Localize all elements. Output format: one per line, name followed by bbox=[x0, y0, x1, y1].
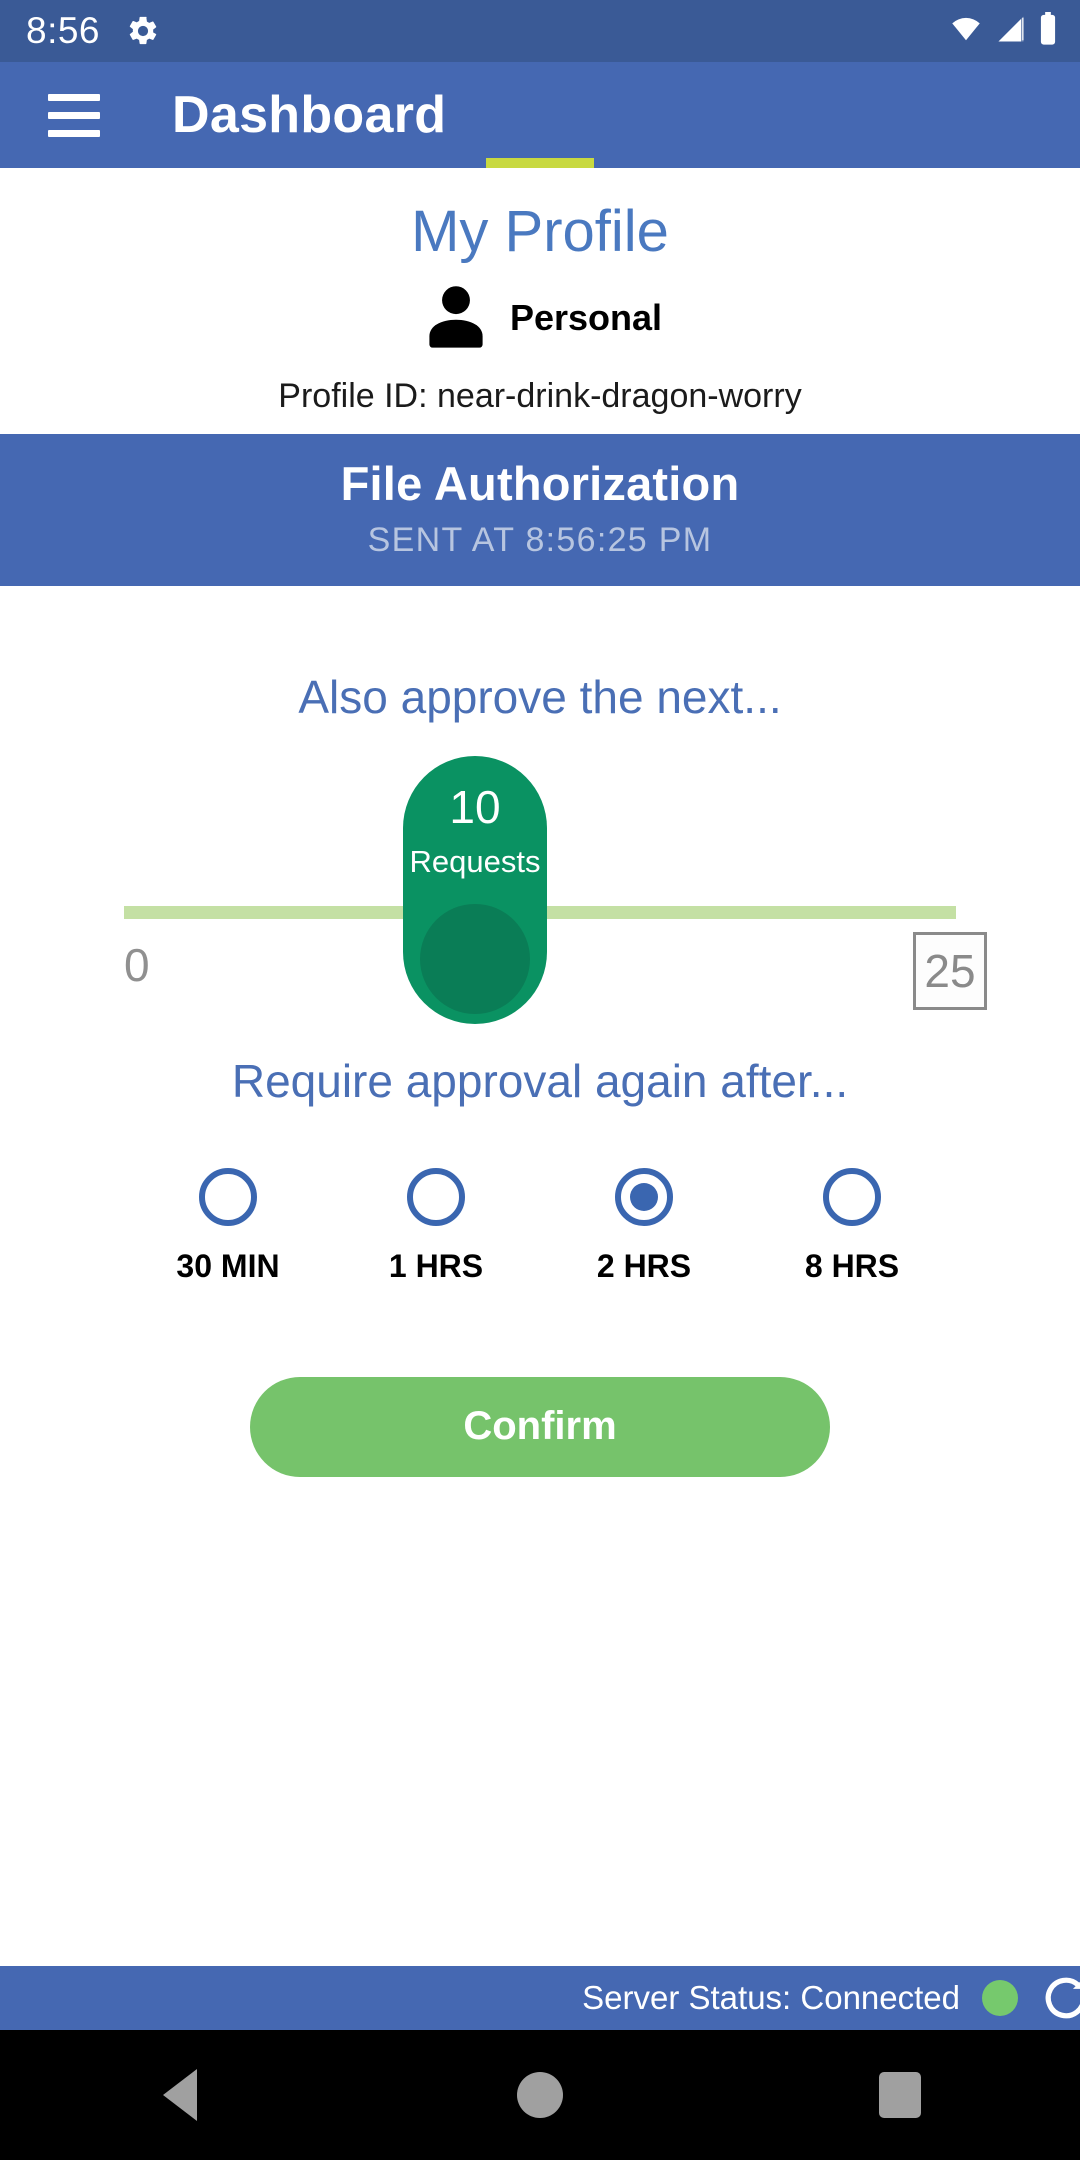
radio-option-8-hrs[interactable]: 8 HRS bbox=[787, 1167, 917, 1285]
radio-label: 8 HRS bbox=[804, 1247, 900, 1284]
android-nav-bar bbox=[0, 2030, 1080, 2160]
main-content: Also approve the next... 10 Requests 0 2… bbox=[0, 585, 1080, 1966]
account-name: Personal bbox=[509, 297, 663, 339]
radio-circle-selected[interactable] bbox=[615, 1167, 673, 1226]
app-bar: Dashboard bbox=[0, 62, 1080, 168]
status-badge bbox=[982, 1980, 1018, 2016]
radio-option-30-min[interactable]: 30 MIN bbox=[163, 1167, 293, 1285]
radio-circle[interactable] bbox=[199, 1167, 257, 1226]
slider-knob[interactable] bbox=[420, 903, 530, 1014]
tab-indicator bbox=[486, 158, 594, 168]
refresh-icon[interactable] bbox=[1040, 1972, 1080, 2024]
server-status-bar: Server Status: Connected bbox=[0, 1966, 1080, 2030]
status-bar-indicators bbox=[948, 11, 1058, 51]
request-type-title: File Authorization bbox=[340, 456, 740, 510]
cellular-signal-icon bbox=[994, 14, 1028, 49]
gear-icon bbox=[126, 14, 160, 48]
profile-id: Profile ID: near-drink-dragon-worry bbox=[278, 376, 802, 415]
battery-icon bbox=[1038, 11, 1058, 51]
requests-slider[interactable]: 10 Requests 0 25 bbox=[0, 742, 1080, 1042]
request-sent-time: SENT AT 8:56:25 PM bbox=[367, 520, 713, 559]
slider-unit: Requests bbox=[409, 843, 541, 879]
hamburger-line bbox=[48, 111, 100, 119]
status-bar: 8:56 bbox=[0, 0, 1080, 62]
radio-label: 1 HRS bbox=[388, 1247, 484, 1284]
slider-max-input[interactable]: 25 bbox=[913, 931, 987, 1010]
radio-option-2-hrs[interactable]: 2 HRS bbox=[579, 1167, 709, 1285]
interval-radio-group: 30 MIN 1 HRS 2 HRS 8 HRS bbox=[163, 1167, 917, 1285]
page-title: Dashboard bbox=[172, 86, 447, 144]
hamburger-line bbox=[48, 93, 100, 101]
requests-section-label: Also approve the next... bbox=[298, 670, 782, 723]
home-circle-icon[interactable] bbox=[460, 2072, 620, 2118]
slider-thumb[interactable]: 10 Requests bbox=[403, 755, 547, 1024]
radio-label: 2 HRS bbox=[596, 1247, 692, 1284]
request-banner: File Authorization SENT AT 8:56:25 PM bbox=[0, 433, 1080, 586]
interval-section-label: Require approval again after... bbox=[231, 1054, 849, 1107]
wifi-icon bbox=[948, 14, 984, 49]
back-triangle-icon[interactable] bbox=[100, 2069, 260, 2121]
server-status-text: Server Status: Connected bbox=[582, 1979, 960, 2016]
slider-min-label: 0 bbox=[124, 938, 150, 991]
hamburger-menu-icon[interactable] bbox=[48, 93, 100, 137]
profile-heading: My Profile bbox=[411, 199, 669, 264]
person-icon bbox=[418, 278, 494, 359]
radio-circle[interactable] bbox=[823, 1167, 881, 1226]
status-bar-clock: 8:56 bbox=[26, 10, 101, 51]
radio-label: 30 MIN bbox=[176, 1247, 280, 1284]
slider-max-label: 25 bbox=[924, 944, 976, 997]
radio-circle[interactable] bbox=[407, 1167, 465, 1226]
hamburger-line bbox=[48, 129, 100, 137]
slider-value: 10 bbox=[449, 780, 501, 833]
profile-section: My Profile Personal Profile ID: near-dri… bbox=[0, 168, 1080, 434]
phone-screen: 8:56 Dashboard My Profile Personal Profi… bbox=[0, 0, 1080, 2160]
confirm-button[interactable]: Confirm bbox=[250, 1376, 830, 1477]
radio-option-1-hrs[interactable]: 1 HRS bbox=[371, 1167, 501, 1285]
profile-identity-row: Personal bbox=[0, 278, 1080, 359]
recents-square-icon[interactable] bbox=[820, 2072, 980, 2118]
